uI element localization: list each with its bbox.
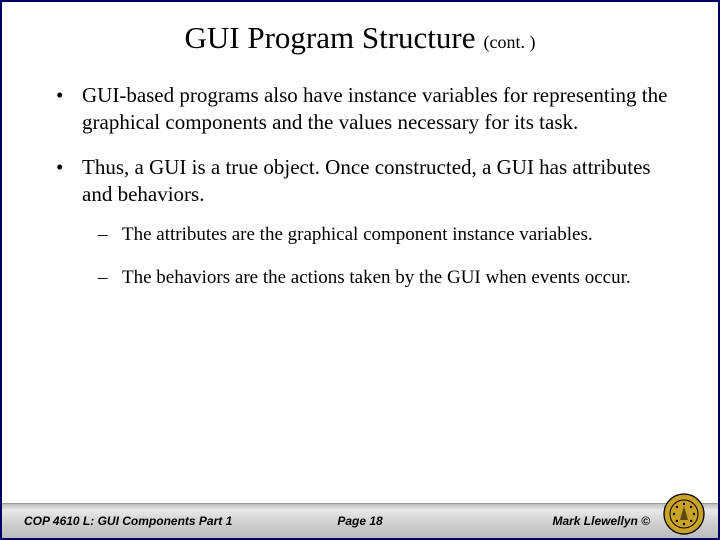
slide: GUI Program Structure (cont. ) GUI-based… (0, 0, 720, 540)
sub-bullet-list: The attributes are the graphical compone… (82, 222, 678, 291)
ucf-seal-icon (662, 492, 706, 536)
footer-course: COP 4610 L: GUI Components Part 1 (24, 514, 232, 528)
slide-title: GUI Program Structure (185, 20, 476, 55)
footer-bar: COP 4610 L: GUI Components Part 1 Page 1… (2, 503, 718, 538)
slide-body: GUI-based programs also have instance va… (2, 62, 718, 503)
sub-bullet-item: The behaviors are the actions taken by t… (82, 265, 678, 291)
bullet-text: Thus, a GUI is a true object. Once const… (82, 155, 651, 206)
bullet-item: Thus, a GUI is a true object. Once const… (42, 154, 678, 291)
footer-author: Mark Llewellyn © (552, 514, 650, 528)
bullet-item: GUI-based programs also have instance va… (42, 82, 678, 136)
slide-title-suffix: (cont. ) (484, 32, 536, 52)
bullet-list: GUI-based programs also have instance va… (42, 82, 678, 291)
title-block: GUI Program Structure (cont. ) (2, 2, 718, 62)
sub-bullet-item: The attributes are the graphical compone… (82, 222, 678, 248)
